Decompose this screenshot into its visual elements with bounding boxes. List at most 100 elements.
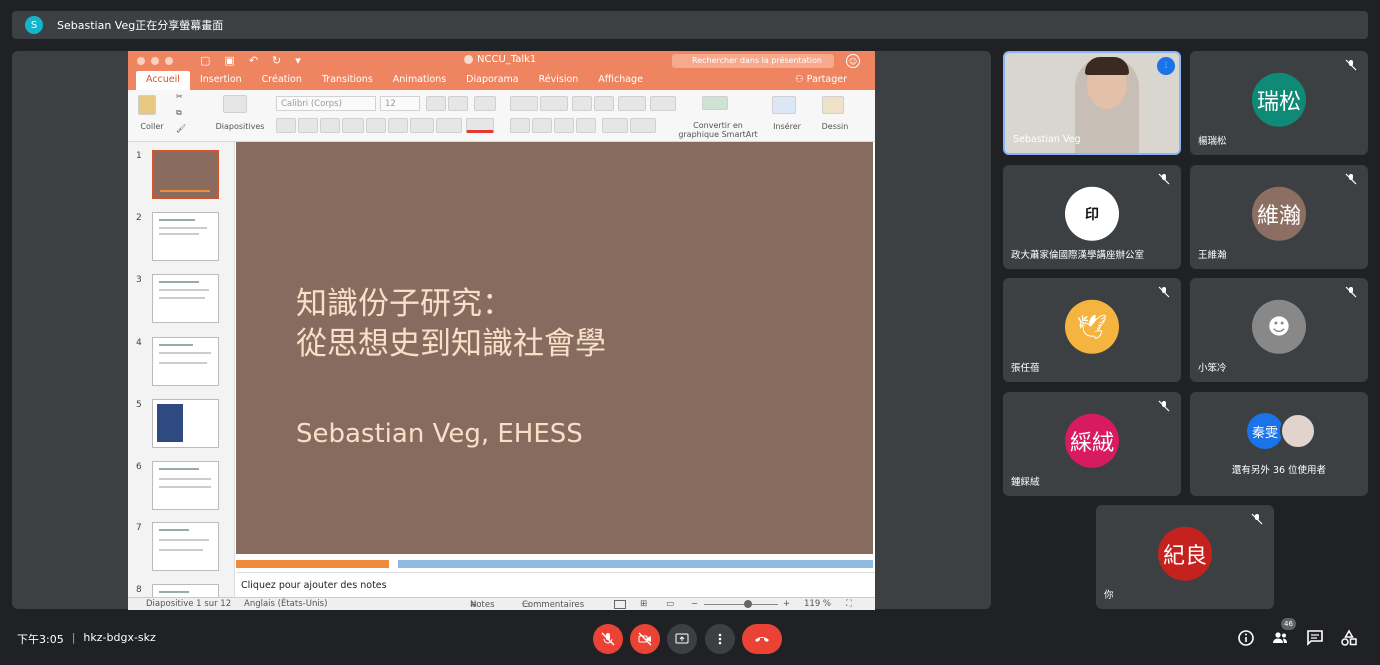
tab-affichage[interactable]: Affichage <box>588 71 653 90</box>
slide-thumb-1[interactable] <box>152 150 219 199</box>
insert-button[interactable]: Insérer <box>762 122 812 131</box>
ppt-search-input[interactable]: Rechercher dans la présentation <box>672 54 834 68</box>
tab-transitions[interactable]: Transitions <box>312 71 383 90</box>
share-button[interactable]: ⚇ Partager <box>795 74 847 85</box>
minimize-dot[interactable] <box>151 57 159 65</box>
bullets-icon[interactable] <box>510 96 538 111</box>
zoom-in-button[interactable]: + <box>783 599 790 609</box>
self-tile[interactable]: 紀良 你 <box>1096 505 1274 609</box>
layout-icon[interactable] <box>223 95 247 113</box>
underline-icon[interactable] <box>320 118 340 133</box>
vertical-align-icon[interactable] <box>630 118 656 133</box>
indent-increase-icon[interactable] <box>594 96 614 111</box>
font-select[interactable]: Calibri (Corps) <box>276 96 376 111</box>
slide-thumb-6[interactable] <box>152 461 219 510</box>
shrink-font-icon[interactable] <box>448 96 468 111</box>
language-indicator[interactable]: Anglais (États-Unis) <box>244 599 327 609</box>
leave-call-button[interactable] <box>742 624 782 654</box>
zoom-slider[interactable] <box>704 604 778 605</box>
slide-thumb-8[interactable] <box>152 584 219 597</box>
align-right-icon[interactable] <box>554 118 574 133</box>
comments-label: Commentaires <box>522 600 585 610</box>
participant-tile[interactable]: 綵絨 鍾綵絨 <box>1003 392 1181 496</box>
tab-creation[interactable]: Création <box>252 71 312 90</box>
char-spacing-icon[interactable] <box>410 118 434 133</box>
close-dot[interactable] <box>137 57 145 65</box>
superscript-icon[interactable] <box>366 118 386 133</box>
strike-icon[interactable] <box>342 118 364 133</box>
feedback-icon[interactable]: ☺ <box>846 54 860 68</box>
sidebar-toggle-icon[interactable]: ▢ <box>200 54 210 67</box>
shapes-icon[interactable] <box>772 96 796 114</box>
customize-icon[interactable]: ▾ <box>295 54 301 67</box>
font-size-select[interactable]: 12 <box>380 96 420 111</box>
participant-tile[interactable]: 瑞松 楊瑞松 <box>1190 51 1368 155</box>
undo-icon[interactable]: ↶ <box>249 54 258 67</box>
more-options-button[interactable] <box>705 624 735 654</box>
align-left-icon[interactable] <box>510 118 530 133</box>
sorter-view-icon[interactable]: ⊞ <box>640 599 647 609</box>
slideshow-view-icon[interactable]: ▭ <box>666 599 674 609</box>
numbering-icon[interactable] <box>540 96 568 111</box>
indent-decrease-icon[interactable] <box>572 96 592 111</box>
layouts-button[interactable]: Diapositives <box>212 122 268 131</box>
zoom-out-button[interactable]: − <box>691 599 698 609</box>
italic-icon[interactable] <box>298 118 318 133</box>
slide-thumb-7[interactable] <box>152 522 219 571</box>
justify-icon[interactable] <box>576 118 596 133</box>
people-icon[interactable] <box>1271 629 1289 647</box>
slide-thumb-3[interactable] <box>152 274 219 323</box>
slide-title[interactable]: 知識份子研究： 從思想史到知識社會學 <box>296 284 606 364</box>
line-spacing-icon[interactable] <box>618 96 646 111</box>
cut-icon[interactable]: ✂ <box>176 92 183 101</box>
slide-thumb-4[interactable] <box>152 337 219 386</box>
columns-icon[interactable] <box>650 96 676 111</box>
tab-diaporama[interactable]: Diaporama <box>456 71 528 90</box>
draw-icon[interactable] <box>822 96 844 114</box>
format-painter-icon[interactable]: 🖌 <box>176 124 186 133</box>
bold-icon[interactable] <box>276 118 296 133</box>
window-controls[interactable] <box>137 57 173 65</box>
present-button[interactable] <box>667 624 697 654</box>
zoom-slider-thumb[interactable] <box>744 600 753 608</box>
tab-animations[interactable]: Animations <box>383 71 456 90</box>
redo-icon[interactable]: ↻ <box>272 54 281 67</box>
notes-pane[interactable]: Cliquez pour ajouter des notes <box>236 572 875 598</box>
clear-format-icon[interactable] <box>474 96 496 111</box>
align-center-icon[interactable] <box>532 118 552 133</box>
slide-thumb-2[interactable] <box>152 212 219 261</box>
grow-font-icon[interactable] <box>426 96 446 111</box>
tab-revision[interactable]: Révision <box>529 71 589 90</box>
info-icon[interactable] <box>1237 629 1255 647</box>
subscript-icon[interactable] <box>388 118 408 133</box>
chat-icon[interactable] <box>1306 629 1324 647</box>
highlight-icon[interactable] <box>436 118 462 133</box>
others-tile[interactable]: 秦雯 還有另外 36 位使用者 <box>1190 392 1368 496</box>
participant-tile[interactable]: 印 政大蕭家倫國際漢學講座辦公室 <box>1003 165 1181 269</box>
text-direction-icon[interactable] <box>602 118 628 133</box>
draw-button[interactable]: Dessin <box>814 122 856 131</box>
tab-insertion[interactable]: Insertion <box>190 71 252 90</box>
font-color-icon[interactable] <box>466 118 494 133</box>
participant-tile[interactable]: 🕊 張任蓓 <box>1003 278 1181 382</box>
participant-avatar: 綵絨 <box>1065 413 1119 468</box>
participant-tile[interactable]: ☻ 小笨冷 <box>1190 278 1368 382</box>
smartart-icon[interactable] <box>702 96 728 110</box>
zoom-dot[interactable] <box>165 57 173 65</box>
activities-icon[interactable] <box>1340 629 1358 647</box>
zoom-level[interactable]: 119 % <box>804 599 831 609</box>
normal-view-icon[interactable] <box>614 600 626 609</box>
participant-tile[interactable]: 維瀚 王維瀚 <box>1190 165 1368 269</box>
slide-thumb-5[interactable] <box>152 399 219 448</box>
mic-toggle-button[interactable] <box>593 624 623 654</box>
save-icon[interactable]: ▣ <box>224 54 234 67</box>
participant-tile-presenter[interactable]: Sebastian Veg ⦙ <box>1003 51 1181 155</box>
paste-icon[interactable] <box>138 95 156 115</box>
tab-accueil[interactable]: Accueil <box>136 71 190 90</box>
fit-window-icon[interactable]: ⛶ <box>846 599 852 609</box>
copy-icon[interactable]: ⧉ <box>176 108 182 118</box>
smartart-button[interactable]: Convertir en graphique SmartArt <box>676 121 760 139</box>
paste-button[interactable]: Coller <box>134 122 170 131</box>
slide-author[interactable]: Sebastian Veg, EHESS <box>296 419 583 449</box>
camera-toggle-button[interactable] <box>630 624 660 654</box>
